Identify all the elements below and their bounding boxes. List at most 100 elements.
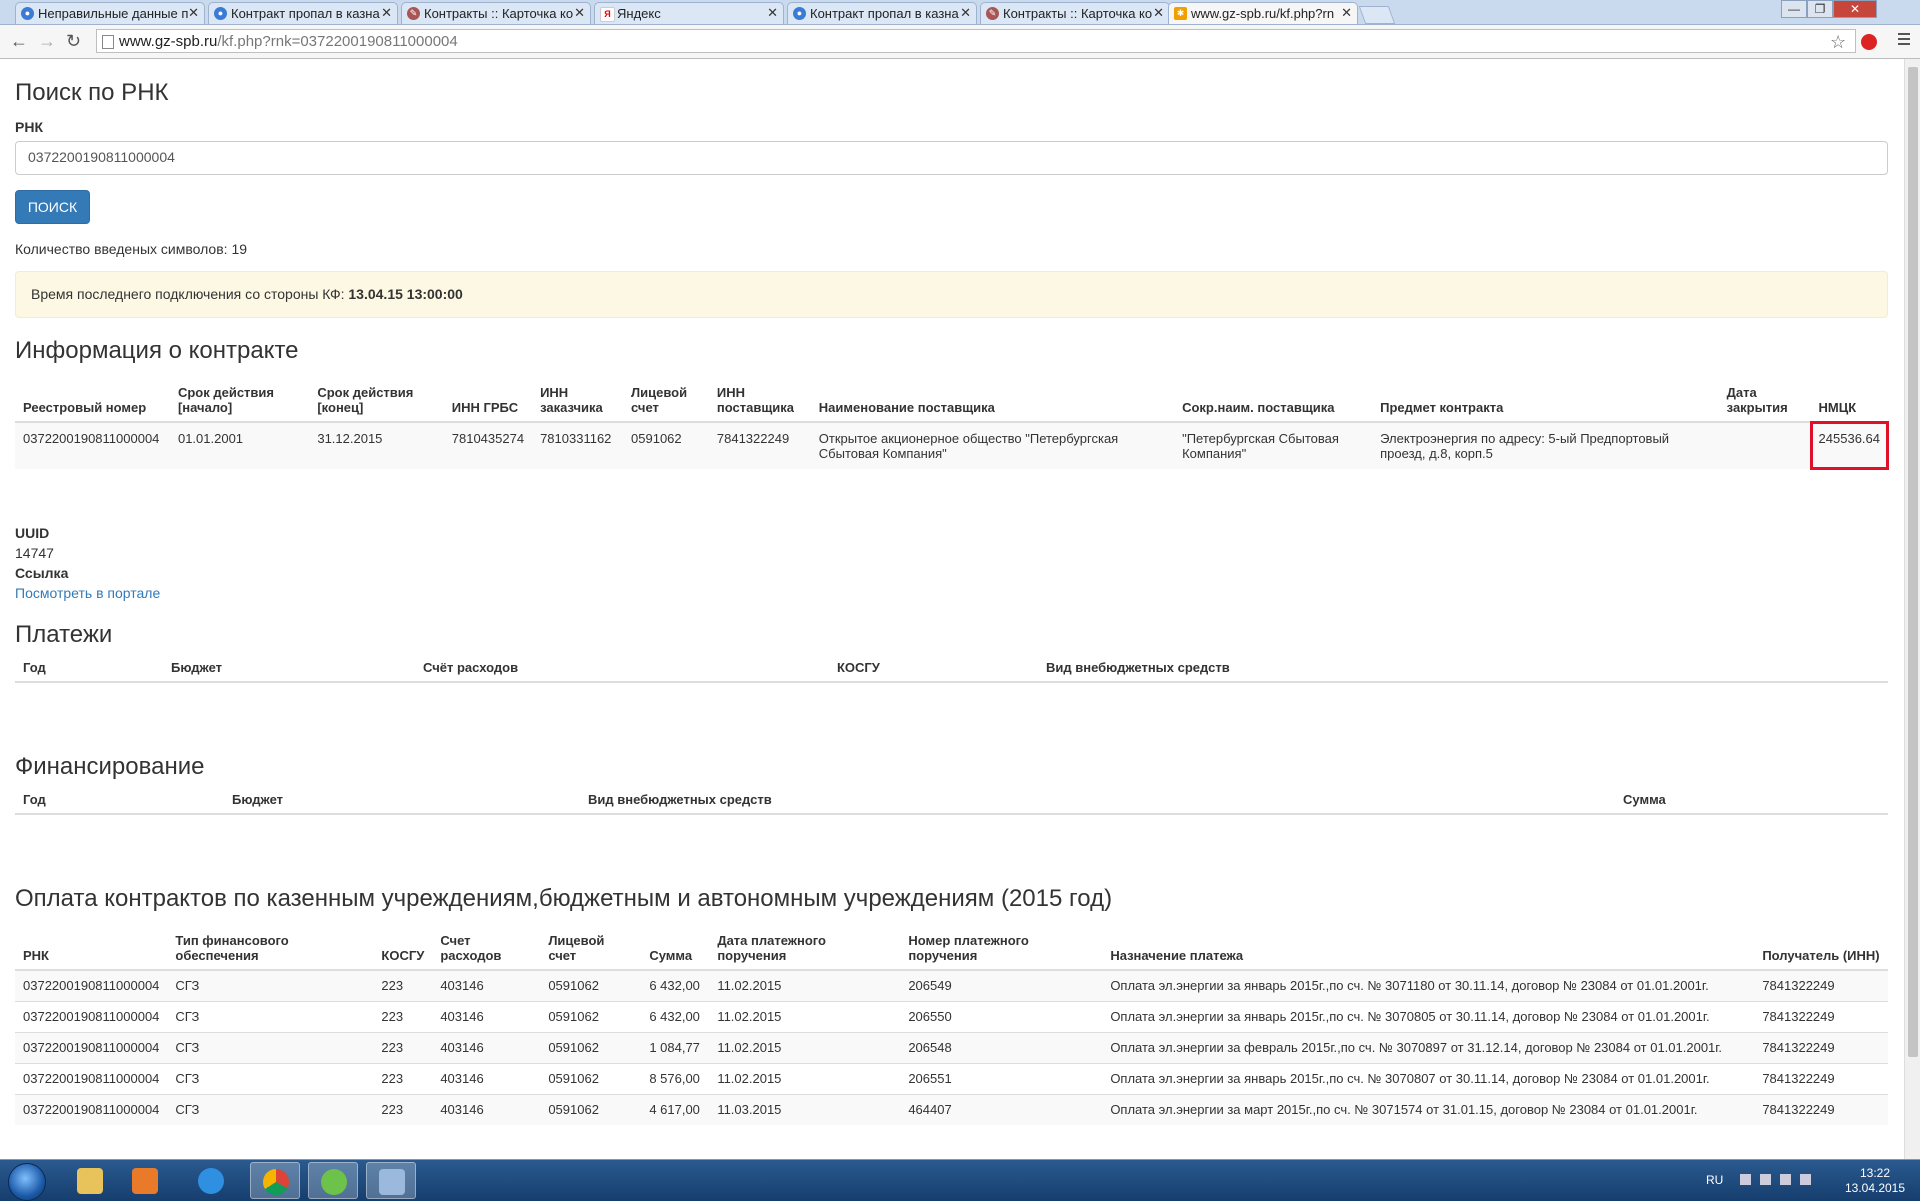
browser-tab[interactable]: ✎ Контракты :: Карточка ко ✕ bbox=[401, 2, 591, 24]
network-icon[interactable] bbox=[1780, 1174, 1791, 1185]
browser-tab[interactable]: ● Контракт пропал в казна ✕ bbox=[208, 2, 398, 24]
scrollbar-thumb[interactable] bbox=[1908, 67, 1918, 1057]
nmck-value-highlighted: 245536.64 bbox=[1809, 421, 1890, 470]
link-label: Ссылка bbox=[15, 565, 69, 581]
flag-icon[interactable] bbox=[1760, 1174, 1771, 1185]
table-cell: 7841322249 bbox=[1754, 1094, 1888, 1125]
table-cell: 1 084,77 bbox=[641, 1032, 710, 1064]
payments-table: Год Бюджет Счёт расходов КОСГУ Вид внебю… bbox=[15, 654, 1888, 683]
table-cell: 403146 bbox=[432, 1094, 541, 1125]
column-header: Лицевой счет bbox=[623, 379, 709, 423]
contract-payments-table: РНК Тип финансового обеспечения КОСГУ Сч… bbox=[15, 927, 1888, 1125]
url-host: www.gz-spb.ru bbox=[119, 33, 218, 50]
column-header: Сумма bbox=[1615, 786, 1888, 815]
column-header: Предмет контракта bbox=[1372, 379, 1719, 423]
globe-icon: ● bbox=[21, 7, 34, 20]
alert-time: 13.04.15 13:00:00 bbox=[348, 286, 463, 302]
browser-tab[interactable]: Я Яндекс ✕ bbox=[594, 2, 784, 24]
clock-date: 13.04.2015 bbox=[1844, 1181, 1906, 1195]
char-count: Количество введеных символов: 19 bbox=[15, 241, 248, 257]
taskbar-media-player[interactable] bbox=[120, 1162, 170, 1199]
reload-icon[interactable]: ↻ bbox=[66, 31, 81, 52]
contract-info-table: Реестровый номер Срок действия [начало] … bbox=[15, 379, 1890, 470]
last-connection-alert: Время последнего подключения со стороны … bbox=[15, 271, 1888, 318]
rnk-input[interactable]: 0372200190811000004 bbox=[15, 141, 1888, 175]
vertical-scrollbar[interactable] bbox=[1904, 59, 1920, 1159]
table-cell: 7810435274 bbox=[443, 421, 533, 469]
language-indicator[interactable]: RU bbox=[1706, 1173, 1723, 1187]
bookmark-star-icon[interactable]: ☆ bbox=[1830, 32, 1846, 53]
table-row: 0372200190811000004 СГЗ 223 403146 05910… bbox=[15, 1094, 1888, 1125]
close-icon[interactable]: ✕ bbox=[188, 5, 199, 21]
close-icon[interactable]: ✕ bbox=[381, 5, 392, 21]
start-button[interactable] bbox=[8, 1163, 46, 1201]
extension-icon[interactable] bbox=[1861, 34, 1877, 50]
financing-title: Финансирование bbox=[15, 753, 205, 780]
table-cell: 7841322249 bbox=[708, 421, 811, 469]
close-icon[interactable]: ✕ bbox=[767, 5, 778, 21]
taskbar-icq[interactable] bbox=[308, 1162, 358, 1199]
browser-tab-strip: ● Неправильные данные п ✕ ● Контракт пропал… bbox=[0, 0, 1920, 25]
close-icon[interactable]: ✕ bbox=[574, 5, 585, 21]
table-cell: 7841322249 bbox=[1754, 969, 1888, 1002]
taskbar-paint[interactable] bbox=[366, 1162, 416, 1199]
close-icon[interactable]: ✕ bbox=[960, 5, 971, 21]
portal-link[interactable]: Посмотреть в портале bbox=[15, 585, 160, 601]
column-header: Год bbox=[15, 786, 224, 815]
taskbar-internet-explorer[interactable] bbox=[186, 1162, 236, 1199]
window-close-button[interactable]: ✕ bbox=[1833, 0, 1877, 18]
table-cell: 11.02.2015 bbox=[709, 1001, 901, 1033]
table-cell: 0372200190811000004 bbox=[15, 969, 168, 1002]
tab-title: Контракты :: Карточка ко bbox=[424, 6, 574, 21]
icq-flower-icon bbox=[321, 1169, 347, 1195]
taskbar-chrome[interactable] bbox=[250, 1162, 300, 1199]
table-row: 0372200190811000004 СГЗ 223 403146 05910… bbox=[15, 1032, 1888, 1064]
table-cell: СГЗ bbox=[167, 1032, 374, 1064]
table-row: 0372200190811000004 СГЗ 223 403146 05910… bbox=[15, 969, 1888, 1002]
tab-title: Контракт пропал в казна bbox=[810, 6, 959, 21]
clock-time: 13:22 bbox=[1859, 1166, 1891, 1180]
minimize-button[interactable]: — bbox=[1781, 0, 1807, 18]
address-bar[interactable]: www.gz-spb.ru/kf.php?rnk=037220019081100… bbox=[96, 29, 1856, 53]
search-button[interactable]: ПОИСК bbox=[15, 190, 90, 224]
taskbar-explorer[interactable] bbox=[65, 1162, 115, 1199]
table-cell: 7810331162 bbox=[532, 421, 624, 469]
restore-button[interactable]: ❐ bbox=[1807, 0, 1833, 18]
table-cell: 6 432,00 bbox=[641, 1001, 710, 1033]
show-hidden-icons-icon[interactable] bbox=[1740, 1174, 1751, 1185]
back-arrow-icon[interactable]: ← bbox=[10, 31, 28, 52]
clock[interactable]: 13:22 13.04.2015 bbox=[1840, 1166, 1910, 1196]
table-cell: 31.12.2015 bbox=[309, 421, 444, 469]
table-cell bbox=[1718, 421, 1811, 469]
close-icon[interactable]: ✕ bbox=[1341, 5, 1352, 21]
forward-arrow-icon[interactable]: → bbox=[38, 31, 56, 52]
gz-spb-favicon-icon: ✱ bbox=[1174, 7, 1187, 20]
menu-icon[interactable] bbox=[1898, 33, 1910, 48]
table-cell: 206548 bbox=[900, 1032, 1103, 1064]
uuid-value: 14747 bbox=[15, 545, 54, 561]
browser-tab[interactable]: ● Контракт пропал в казна ✕ bbox=[787, 2, 977, 24]
table-cell: 0591062 bbox=[540, 1094, 642, 1125]
column-header: Лицевой счет bbox=[540, 927, 642, 971]
table-cell: 0591062 bbox=[540, 969, 642, 1002]
tab-title: Неправильные данные п bbox=[38, 6, 189, 21]
alert-text: Время последнего подключения со стороны … bbox=[31, 286, 349, 302]
column-header: Вид внебюджетных средств bbox=[1038, 654, 1888, 683]
table-cell: 464407 bbox=[900, 1094, 1103, 1125]
search-title: Поиск по РНК bbox=[15, 79, 169, 106]
table-cell: 6 432,00 bbox=[641, 969, 710, 1002]
table-cell: 206549 bbox=[900, 969, 1103, 1002]
url-path: /kf.php?rnk=0372200190811000004 bbox=[217, 33, 458, 50]
table-row: 0372200190811000004 01.01.2001 31.12.201… bbox=[15, 421, 1890, 470]
close-icon[interactable]: ✕ bbox=[1153, 5, 1164, 21]
page-icon bbox=[102, 35, 114, 49]
column-header: Бюджет bbox=[224, 786, 580, 815]
contract-info-title: Информация о контракте bbox=[15, 337, 299, 364]
volume-icon[interactable] bbox=[1800, 1174, 1811, 1185]
browser-tab[interactable]: ✎ Контракты :: Карточка ко ✕ bbox=[980, 2, 1170, 24]
new-tab-button[interactable] bbox=[1358, 6, 1396, 24]
browser-tab[interactable]: ● Неправильные данные п ✕ bbox=[15, 2, 205, 24]
browser-tab-active[interactable]: ✱ www.gz-spb.ru/kf.php?rn ✕ bbox=[1168, 2, 1358, 24]
table-cell: 0372200190811000004 bbox=[15, 1094, 168, 1125]
table-cell: 0372200190811000004 bbox=[15, 1032, 168, 1064]
